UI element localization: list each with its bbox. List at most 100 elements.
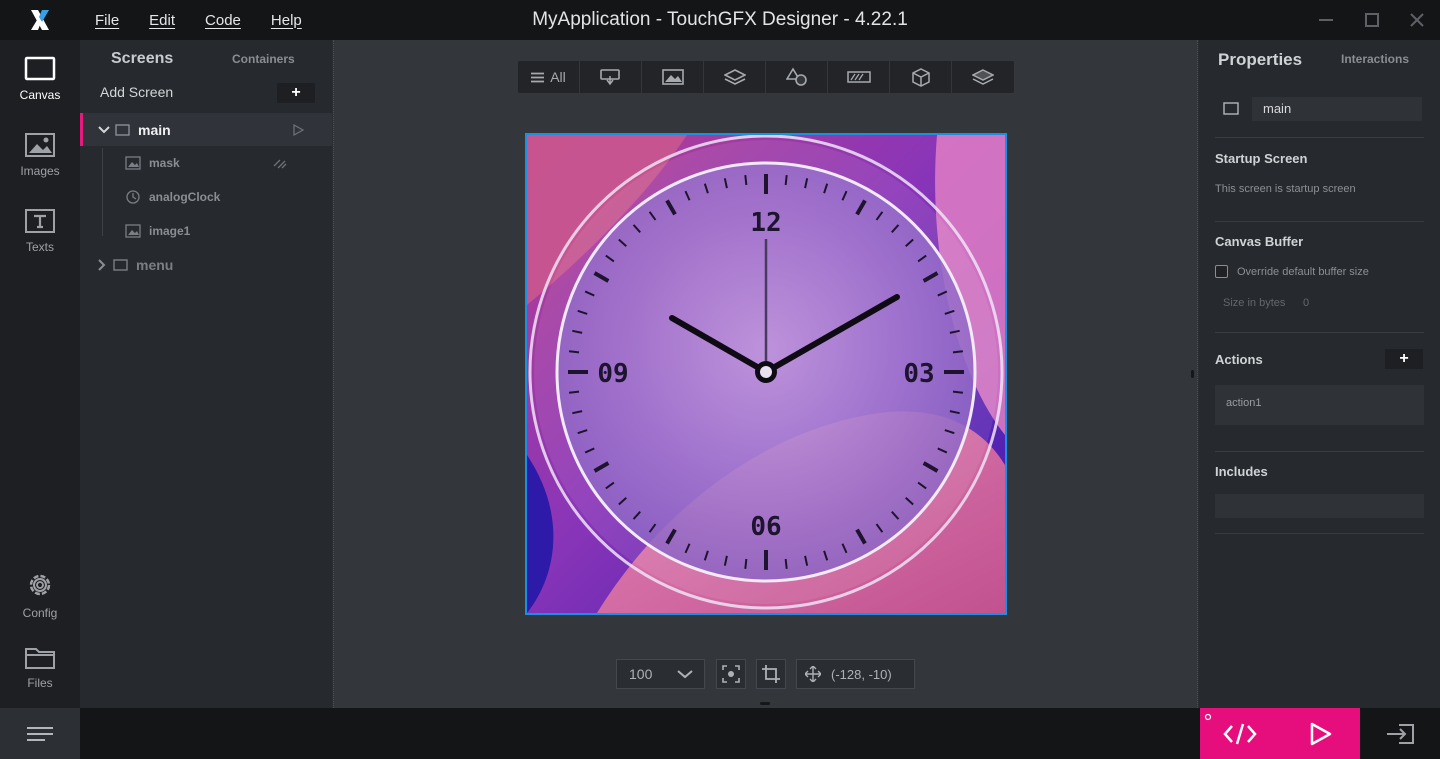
clock-tick <box>568 390 580 394</box>
chevron-down-icon[interactable] <box>97 123 111 137</box>
filter-layers-button[interactable] <box>704 61 766 93</box>
tree-label-main: main <box>138 121 171 138</box>
screen-canvas-frame[interactable]: 12 03 06 09 <box>525 133 1007 615</box>
progress-icon <box>846 71 871 83</box>
generate-code-button[interactable] <box>1200 708 1280 759</box>
clock-tick <box>784 174 788 186</box>
filter-image-button[interactable] <box>642 61 704 93</box>
filter-all-button[interactable]: All <box>518 61 580 93</box>
chevron-right-icon[interactable] <box>95 258 109 272</box>
folder-icon <box>25 648 55 669</box>
screen-icon <box>1223 102 1239 115</box>
left-rail: Canvas Images Texts Config Files <box>0 40 80 708</box>
fit-view-icon <box>722 665 740 683</box>
override-buffer-label: Override default buffer size <box>1237 266 1369 278</box>
clock-tick <box>952 350 964 354</box>
canvas-buffer-heading: Canvas Buffer <box>1215 234 1304 249</box>
filter-all-label: All <box>550 69 566 85</box>
tree-label-mask: mask <box>149 155 180 170</box>
includes-field[interactable] <box>1215 494 1424 518</box>
menu-help[interactable]: Help <box>271 12 302 29</box>
tree-item-menu[interactable]: menu <box>80 248 332 281</box>
rail-files[interactable]: Files <box>0 632 80 702</box>
rail-canvas-label: Canvas <box>19 88 61 102</box>
tree-label-analogclock: analogClock <box>149 189 221 204</box>
crop-button[interactable] <box>756 659 786 689</box>
filter-stack-button[interactable] <box>952 61 1014 93</box>
rail-images-label: Images <box>20 164 60 178</box>
close-icon <box>1410 13 1424 27</box>
clock-tick <box>952 390 964 394</box>
image-icon <box>125 223 141 238</box>
chevron-down-icon <box>677 670 694 679</box>
run-simulator-button[interactable] <box>1280 708 1360 759</box>
tree-item-main[interactable]: main <box>80 113 332 146</box>
tab-containers[interactable]: Containers <box>232 52 295 66</box>
clock-tick <box>744 558 748 570</box>
screens-panel: Screens Containers Add Screen + main mas… <box>80 40 332 708</box>
gear-icon <box>29 574 51 596</box>
images-icon <box>25 133 55 157</box>
rail-canvas[interactable]: Canvas <box>0 44 80 114</box>
exit-icon <box>1387 723 1414 744</box>
exit-button[interactable] <box>1360 708 1440 759</box>
shapes-icon <box>785 67 807 86</box>
screen-icon <box>115 123 130 136</box>
minimize-button[interactable] <box>1303 0 1349 40</box>
zoom-select[interactable]: 100 <box>616 659 705 689</box>
tab-interactions[interactable]: Interactions <box>1341 52 1409 66</box>
action-list-item[interactable]: action1 <box>1215 385 1424 425</box>
clock-number-12: 12 <box>750 208 781 238</box>
clock-icon <box>126 189 140 204</box>
minimize-icon <box>1319 19 1333 21</box>
divider <box>1215 533 1424 534</box>
menu-code[interactable]: Code <box>205 12 241 29</box>
image-icon <box>661 69 684 85</box>
status-dot-icon <box>1204 713 1212 721</box>
filter-interaction-button[interactable] <box>580 61 642 93</box>
close-button[interactable] <box>1394 0 1440 40</box>
tree-item-mask[interactable]: mask <box>80 146 332 179</box>
menu-file[interactable]: File <box>95 12 119 29</box>
add-action-button[interactable]: + <box>1385 349 1423 369</box>
filter-shapes-button[interactable] <box>766 61 828 93</box>
move-icon <box>805 666 821 682</box>
rail-files-label: Files <box>27 676 53 690</box>
splitter-handle-right[interactable] <box>1191 370 1194 378</box>
tab-properties[interactable]: Properties <box>1218 50 1302 70</box>
override-buffer-checkbox[interactable] <box>1215 265 1228 278</box>
title-bar: File Edit Code Help MyApplication - Touc… <box>0 0 1440 40</box>
play-screen-icon[interactable] <box>292 123 304 136</box>
menu-toggle-button[interactable] <box>0 708 80 759</box>
filter-3d-button[interactable] <box>890 61 952 93</box>
clock-tick <box>744 174 748 186</box>
texts-icon <box>25 209 55 233</box>
screens-tabs: Screens Containers <box>80 40 332 78</box>
startup-screen-heading: Startup Screen <box>1215 151 1308 166</box>
startup-screen-text: This screen is startup screen <box>1215 183 1356 195</box>
crop-icon <box>762 665 780 683</box>
cube-icon <box>911 68 930 87</box>
divider <box>1215 332 1424 333</box>
filter-progress-button[interactable] <box>828 61 890 93</box>
menu-edit[interactable]: Edit <box>149 12 175 29</box>
divider <box>1215 137 1424 138</box>
add-screen-button[interactable]: + <box>277 83 315 103</box>
rail-images[interactable]: Images <box>0 120 80 190</box>
code-icon <box>1223 723 1257 744</box>
canvas-icon <box>24 56 56 81</box>
clock-preview: 12 03 06 09 <box>527 135 1005 613</box>
layers-icon <box>723 69 746 85</box>
rail-texts[interactable]: Texts <box>0 196 80 266</box>
tab-screens[interactable]: Screens <box>111 50 173 68</box>
fit-view-button[interactable] <box>716 659 746 689</box>
maximize-button[interactable] <box>1349 0 1395 40</box>
rail-config[interactable]: Config <box>0 560 80 630</box>
stack-icon <box>972 69 994 85</box>
screen-name-field[interactable]: main <box>1252 97 1422 121</box>
size-in-bytes-value[interactable]: 0 <box>1303 297 1309 309</box>
tree-item-image1[interactable]: image1 <box>80 214 332 247</box>
hidden-icon[interactable] <box>273 157 287 169</box>
splitter-handle[interactable] <box>760 702 770 705</box>
tree-item-analogclock[interactable]: analogClock <box>80 180 332 213</box>
